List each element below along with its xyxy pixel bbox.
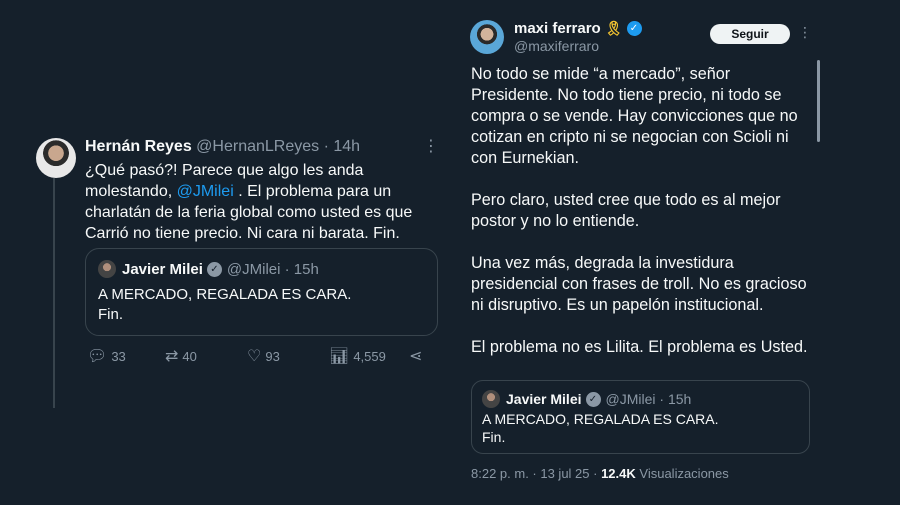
scrollbar[interactable] [817,60,820,142]
quoted-header: Javier Milei ✓ @JMilei · 15h [482,390,691,408]
quoted-tweet[interactable]: Javier Milei ✓ @JMilei · 15h A MERCADO, … [471,380,810,454]
views-count: 4,559 [353,348,386,364]
quoted-line-1: A MERCADO, REGALADA ES CARA. [482,411,719,427]
quoted-author-name: Javier Milei [506,391,582,407]
author-name[interactable]: maxi ferraro [514,20,601,37]
author-handle[interactable]: @maxiferraro [514,38,599,54]
follow-button[interactable]: Seguir [710,24,790,44]
more-options-icon[interactable]: ⋮ [798,24,812,41]
thread-line [53,178,55,408]
quoted-author-name: Javier Milei [122,260,203,278]
more-options-icon[interactable]: ⋮ [423,136,439,156]
verified-icon: ✓ [585,391,601,407]
author-name[interactable]: Hernán Reyes [85,138,192,155]
quoted-avatar [482,390,500,408]
paragraph: Una vez más, degrada la investidura pres… [471,254,807,314]
avatar[interactable] [36,138,76,178]
avatar[interactable] [470,20,504,54]
paragraph: El problema no es Lilita. El problema es… [471,338,808,356]
retweet-button[interactable]: ⇄ 40 [165,346,197,366]
quoted-text: A MERCADO, REGALADA ES CARA. Fin. [98,285,351,325]
reply-count: 33 [111,348,126,364]
verified-icon: ✓ [626,21,642,36]
tweet-text: No todo se mide “a mercado”, señor Presi… [471,64,816,379]
quoted-author-handle: @JMilei [605,391,656,407]
main-tweet: maxi ferraro 🎗︎ ✓ @maxiferraro Seguir ⋮ … [455,0,900,505]
mention-link[interactable]: @JMilei [177,183,234,200]
quoted-author-handle: @JMilei [226,260,281,278]
author-handle[interactable]: @HernanLReyes [196,138,319,155]
views-label: Visualizaciones [635,466,729,481]
quoted-tweet[interactable]: Javier Milei ✓ @JMilei · 15h A MERCADO, … [85,248,438,336]
quoted-avatar [98,260,116,278]
author-name-row: maxi ferraro 🎗︎ ✓ [514,20,647,37]
heart-icon: ♡ [247,348,262,365]
retweet-count: 40 [182,348,197,364]
quoted-time: · 15h [284,260,319,278]
bar-chart-icon: 📊︎ [329,348,350,365]
yellow-ribbon-icon: 🎗︎ [604,20,623,36]
quoted-line-2: Fin. [98,306,124,323]
tweet-text: ¿Qué pasó?! Parece que algo les anda mol… [85,160,425,244]
share-icon: ⋖ [409,348,423,365]
reply-icon: 💬︎ [87,348,108,365]
quoted-time: · 15h [659,391,692,407]
views-button[interactable]: 📊︎ 4,559 [329,346,386,366]
verified-icon: ✓ [206,261,222,277]
retweet-icon: ⇄ [165,348,179,365]
paragraph: Pero claro, usted cree que todo es al me… [471,191,781,230]
like-button[interactable]: ♡ 93 [247,346,280,366]
quoted-line-1: A MERCADO, REGALADA ES CARA. [98,286,352,303]
quoted-text: A MERCADO, REGALADA ES CARA. Fin. [482,410,719,446]
like-count: 93 [265,348,280,364]
tweet-header: Hernán Reyes @HernanLReyes · 14h [85,138,360,156]
paragraph: No todo se mide “a mercado”, señor Presi… [471,65,798,167]
quoted-header: Javier Milei ✓ @JMilei · 15h [98,260,319,278]
share-button[interactable]: ⋖ [409,346,426,366]
views-count: 12.4K [601,466,636,481]
quoted-line-2: Fin. [482,429,506,445]
tweet-meta: 8:22 p. m. · 13 jul 25 · 12.4K Visualiza… [471,466,729,481]
tweet-time[interactable]: · 14h [324,138,360,155]
timestamp[interactable]: 8:22 p. m. · 13 jul 25 · [471,466,601,481]
reply-button[interactable]: 💬︎ 33 [87,346,126,366]
